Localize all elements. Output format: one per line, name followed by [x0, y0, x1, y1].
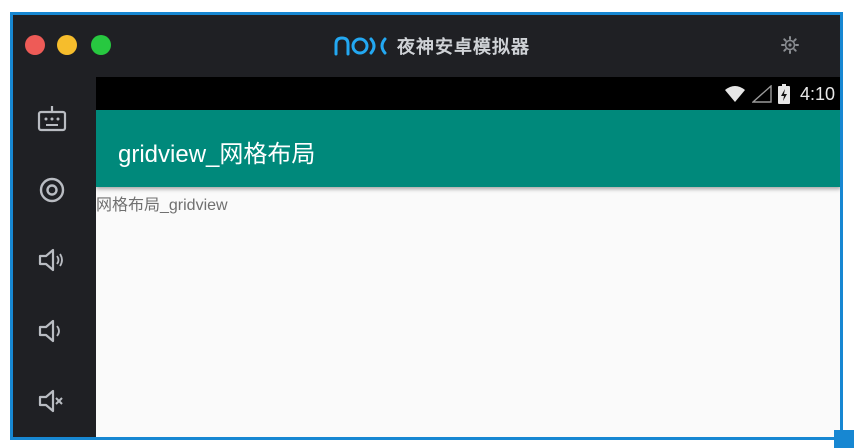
- emulator-sidebar: [13, 77, 96, 437]
- window-brand: 夜神安卓模拟器: [333, 31, 530, 61]
- emulator-window: 夜神安卓模拟器 4:10 gridview_网格布局 网格布局_gridview: [10, 12, 843, 440]
- volume-down-icon: [38, 319, 60, 343]
- status-time: 4:10: [799, 83, 835, 104]
- nox-logo-icon: [334, 36, 387, 56]
- close-icon[interactable]: [25, 35, 45, 55]
- signal-icon: [751, 85, 772, 103]
- volume-up-button[interactable]: [34, 242, 70, 278]
- volume-up-icon: [38, 248, 63, 272]
- window-title: 夜神安卓模拟器: [397, 37, 530, 58]
- mute-icon: [38, 389, 63, 413]
- window-resize-handle[interactable]: [834, 430, 854, 448]
- location-button[interactable]: [34, 172, 70, 208]
- keyboard-icon: [37, 106, 67, 132]
- location-icon: [39, 177, 65, 203]
- wifi-icon: [724, 86, 745, 102]
- gear-icon[interactable]: [781, 36, 799, 54]
- gridview-label: 网格布局_gridview: [96, 197, 228, 214]
- minimize-icon[interactable]: [57, 35, 77, 55]
- battery-icon: [777, 84, 790, 104]
- mute-button[interactable]: [34, 383, 70, 419]
- maximize-icon[interactable]: [91, 35, 111, 55]
- keyboard-button[interactable]: [34, 101, 70, 137]
- android-status-bar: 4:10: [96, 77, 840, 110]
- android-screen[interactable]: 4:10 gridview_网格布局 网格布局_gridview: [96, 77, 840, 437]
- volume-down-button[interactable]: [34, 313, 70, 349]
- toolbar-title: gridview_网格布局: [118, 141, 316, 168]
- status-icons: 4:10: [724, 82, 835, 106]
- app-toolbar: gridview_网格布局: [96, 110, 840, 187]
- title-bar: 夜神安卓模拟器: [13, 15, 840, 77]
